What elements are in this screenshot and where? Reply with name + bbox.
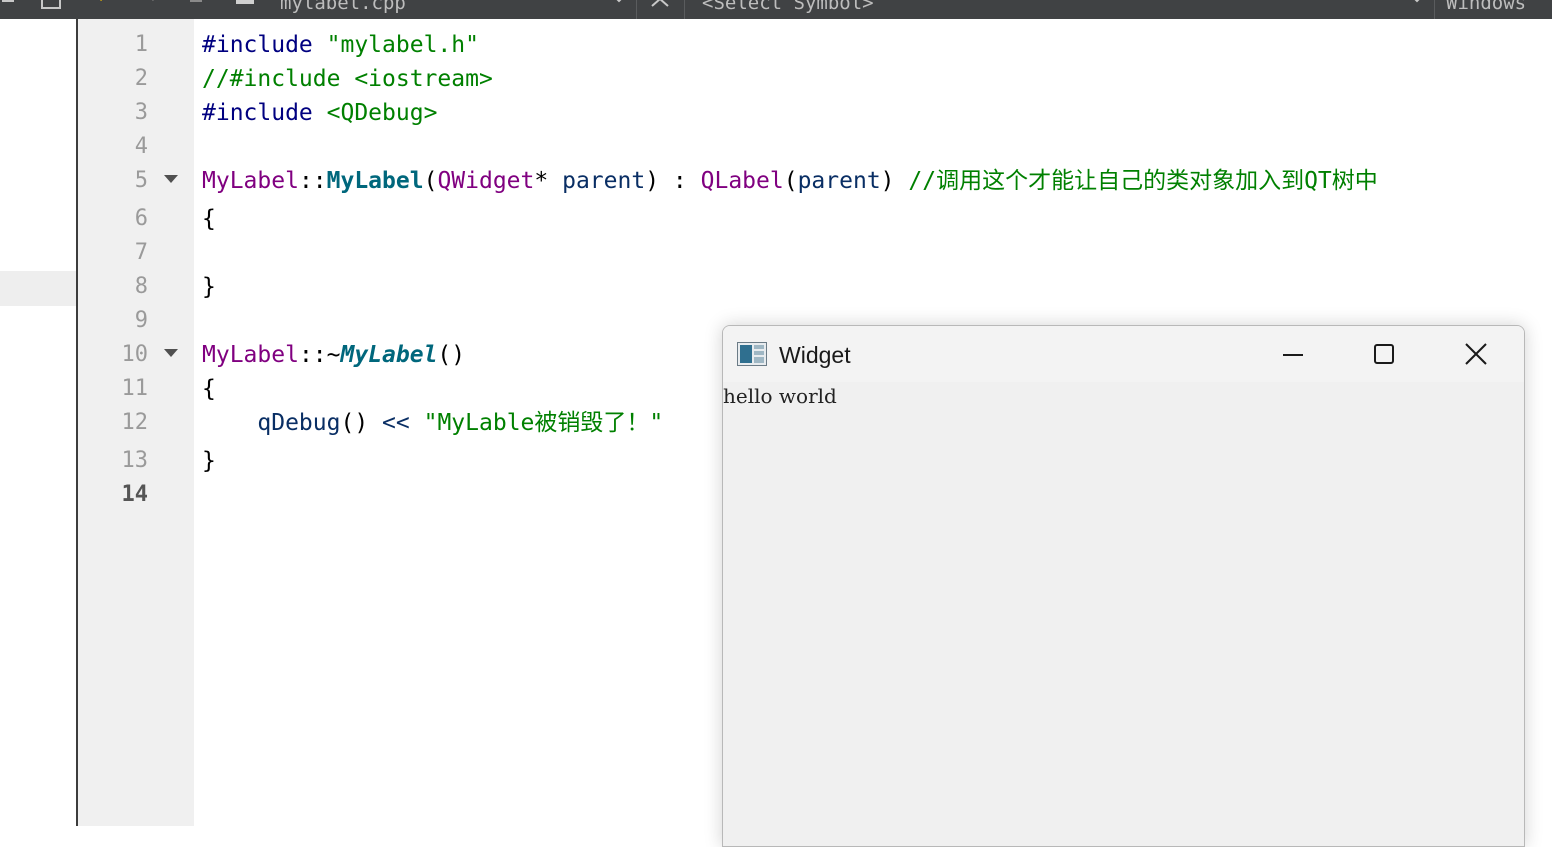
constructor-name: MyLabel [326,168,424,194]
close-icon [1465,343,1487,365]
maximize-icon [1374,344,1394,364]
include-file: "mylabel.h" [326,32,479,58]
minimize-icon [1283,354,1303,356]
paren: ( [783,168,798,194]
code-line-13: } [202,446,216,476]
base-class: QLabel [700,168,784,194]
code-line-6: { [202,204,216,234]
fold-collapse-icon[interactable] [164,349,178,357]
toggle-sidebar-icon[interactable] [40,0,64,15]
brace: { [202,206,216,232]
maximize-button[interactable] [1361,332,1407,376]
menu-icon[interactable] [2,0,16,15]
forward-arrow-icon[interactable] [142,0,158,15]
line-number: 11 [121,376,149,401]
line-number: 2 [134,66,148,91]
line-number-gutter: 1 2 3 4 5 6 7 8 9 10 11 12 13 14 [78,19,194,826]
widget-window[interactable]: Widget hello world [722,325,1525,847]
parens: () [437,342,466,368]
class-name: MyLabel [202,342,299,368]
hello-label: hello world [723,384,837,408]
fold-collapse-icon[interactable] [164,175,178,183]
code-line-8: } [202,272,216,302]
window-titlebar[interactable]: Widget [723,326,1524,382]
preprocessor-directive: #include [202,100,313,126]
brace: } [202,274,216,300]
editor-toolbar: mylabel.cpp <Select Symbol> Windows [0,0,1552,19]
code-line-3: #include <QDebug> [202,98,437,128]
left-panel-selected-row[interactable] [0,271,76,306]
close-file-icon[interactable] [650,0,670,15]
base-arg: parent [797,168,881,194]
string-literal: "MyLable被销毁了！" [423,410,664,436]
brace: } [202,448,216,474]
preprocessor-directive: #include [202,32,313,58]
param-name: parent [562,168,646,194]
file-icon [234,0,258,15]
current-line-number: 14 [121,482,149,507]
code-line-10: MyLabel::~MyLabel() [202,340,465,370]
line-number: 3 [134,100,148,125]
scope-operator: ::~ [298,342,341,368]
file-name[interactable]: mylabel.cpp [280,0,406,15]
comment: //#include <iostream> [202,66,493,92]
code-line-11: { [202,374,216,404]
code-line-5: MyLabel::MyLabel(QWidget* parent) : QLab… [202,166,1378,196]
symbol-dropdown-icon[interactable] [1410,0,1424,15]
line-number: 5 [134,168,148,193]
window-title: Widget [779,342,851,368]
line-number: 13 [121,448,149,473]
stream-operator: << [382,410,410,436]
line-number: 6 [134,206,148,231]
comment: //调用这个才能让自己的类对象加入到QT树中 [908,168,1378,194]
paren: ) [880,168,895,194]
code-line-1: #include "mylabel.h" [202,30,479,60]
code-line-2: //#include <iostream> [202,64,493,94]
parens: () [340,410,369,436]
pointer: * [534,168,549,194]
lock-icon [188,0,204,15]
close-button[interactable] [1453,332,1499,376]
class-name: MyLabel [202,168,299,194]
app-icon [737,342,767,366]
paren: ) [645,168,660,194]
brace: { [202,376,216,402]
line-number: 8 [134,274,148,299]
minimize-button[interactable] [1270,332,1316,376]
line-number: 9 [134,308,148,333]
line-number: 4 [134,134,148,159]
line-number: 7 [134,240,148,265]
back-arrow-icon[interactable] [96,0,112,15]
function-call: qDebug [257,410,341,436]
left-panel [0,19,78,826]
include-file: <QDebug> [326,100,438,126]
symbol-selector[interactable]: <Select Symbol> [702,0,874,15]
param-type: QWidget [437,168,535,194]
line-number: 1 [134,32,148,57]
file-dropdown-icon[interactable] [612,0,626,15]
code-line-12: qDebug() << "MyLable被销毁了！" [202,408,663,438]
line-ending-selector[interactable]: Windows [1446,0,1526,15]
paren: ( [423,168,438,194]
colon: : [672,168,687,194]
line-number: 12 [121,410,149,435]
line-number: 10 [121,342,149,367]
scope-operator: :: [298,168,327,194]
destructor-name: MyLabel [340,342,438,368]
